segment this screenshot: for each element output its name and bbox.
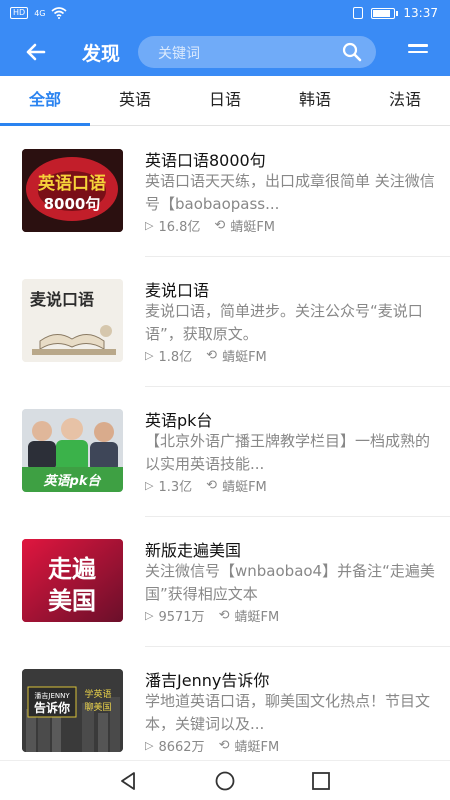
source-label: 蜻蜓FM <box>234 610 280 625</box>
item-description: 麦说口语，简单进步。关注公众号“麦说口语”，获取原文。 <box>145 302 423 343</box>
system-nav-bar <box>0 760 450 800</box>
arrow-left-icon <box>26 43 46 61</box>
list-item[interactable]: 英语pk台 英语pk台 【北京外语广播王牌教学栏目】一档成熟的以实用英语技能..… <box>0 387 450 517</box>
source-label: 蜻蜓FM <box>230 220 276 235</box>
item-title: 潘吉Jenny告诉你 <box>145 671 270 690</box>
source-label: 蜻蜓FM <box>234 740 280 755</box>
item-title: 麦说口语 <box>145 281 210 300</box>
source-label: 蜻蜓FM <box>222 480 267 495</box>
repost-icon: ⟲ <box>218 608 230 623</box>
cover-text: 走遍 <box>48 555 97 583</box>
item-meta: ▷ 1.8亿 ⟲ 蜻蜓FM <box>145 346 267 365</box>
play-icon: ▷ <box>145 479 154 492</box>
back-triangle-icon[interactable] <box>117 770 139 792</box>
cover-image: 英语pk台 <box>22 409 123 492</box>
home-circle-icon[interactable] <box>214 770 236 792</box>
status-bar: HD 4G 13:37 <box>0 0 450 28</box>
search-placeholder: 关键词 <box>158 46 200 62</box>
item-description: 【北京外语广播王牌教学栏目】一档成熟的以实用英语技能... <box>145 432 431 473</box>
wifi-icon <box>51 7 68 19</box>
item-title: 英语pk台 <box>145 411 213 430</box>
tab-english[interactable]: 英语 <box>90 76 180 126</box>
cover-text: 告诉你 <box>34 700 70 715</box>
item-description: 英语口语天天练，出口成章很简单 关注微信号【baobaopass... <box>145 172 435 213</box>
item-title: 新版走遍美国 <box>145 541 242 560</box>
repost-icon: ⟲ <box>214 218 226 233</box>
list-item[interactable]: 麦说口语 麦说口语 麦说口语，简单进步。关注公众号“麦说口语”，获取原文。 ▷ … <box>0 257 450 387</box>
repost-icon: ⟲ <box>218 738 230 753</box>
list-item[interactable]: 走遍 美国 新版走遍美国 关注微信号【wnbaobao4】并备注“走遍美国”获得… <box>0 517 450 647</box>
battery-icon <box>371 7 399 19</box>
item-meta: ▷ 8662万 ⟲ 蜻蜓FM <box>145 736 279 755</box>
play-icon: ▷ <box>145 609 154 622</box>
tab-all[interactable]: 全部 <box>0 76 90 126</box>
search-icon[interactable] <box>342 42 362 62</box>
cover-text: 英语pk台 <box>43 473 102 489</box>
play-count: 16.8亿 <box>158 220 201 235</box>
list-item[interactable]: 潘吉JENNY 告诉你 学英语 聊美国 潘吉Jenny告诉你 学地道英语口语，聊… <box>0 647 450 777</box>
play-count: 1.8亿 <box>158 350 193 365</box>
item-meta: ▷ 1.3亿 ⟲ 蜻蜓FM <box>145 476 267 495</box>
recents-square-icon[interactable] <box>310 770 332 792</box>
cover-image: 潘吉JENNY 告诉你 学英语 聊美国 <box>22 669 123 752</box>
play-icon: ▷ <box>145 219 154 232</box>
tab-french[interactable]: 法语 <box>360 76 450 126</box>
cover-image: 走遍 美国 <box>22 539 123 622</box>
list-item[interactable]: 英语口语 8000句 英语口语8000句 英语口语天天练，出口成章很简单 关注微… <box>0 127 450 257</box>
item-meta: ▷ 16.8亿 ⟲ 蜻蜓FM <box>145 216 275 235</box>
play-icon: ▷ <box>145 349 154 362</box>
cover-text: 英语口语 <box>38 173 106 194</box>
app-bar: 发现 关键词 <box>0 28 450 76</box>
menu-icon[interactable] <box>408 44 428 60</box>
vibrate-icon <box>353 7 364 19</box>
clock: 13:37 <box>403 6 438 20</box>
cover-text: 潘吉JENNY <box>34 691 70 700</box>
source-label: 蜻蜓FM <box>222 350 267 365</box>
cover-image: 英语口语 8000句 <box>22 149 123 232</box>
cover-text: 麦说口语 <box>30 290 94 309</box>
network-type: 4G <box>34 8 46 18</box>
repost-icon: ⟲ <box>206 478 218 493</box>
cover-text: 美国 <box>48 587 96 615</box>
tab-korean[interactable]: 韩语 <box>270 76 360 126</box>
play-count: 9571万 <box>158 610 205 625</box>
page-title: 发现 <box>82 43 121 65</box>
item-description: 关注微信号【wnbaobao4】并备注“走遍美国”获得相应文本 <box>145 562 435 603</box>
tab-indicator <box>0 123 90 126</box>
cover-image: 麦说口语 <box>22 279 123 362</box>
back-button[interactable] <box>22 38 50 66</box>
program-list: 英语口语 8000句 英语口语8000句 英语口语天天练，出口成章很简单 关注微… <box>0 127 450 777</box>
tab-japanese[interactable]: 日语 <box>180 76 270 126</box>
hd-badge: HD <box>10 7 29 19</box>
category-tabs: 全部 英语 日语 韩语 法语 <box>0 76 450 126</box>
play-count: 1.3亿 <box>158 480 193 495</box>
cover-text: 聊美国 <box>84 701 111 713</box>
cover-text: 学英语 <box>84 688 111 700</box>
cover-text: 8000句 <box>44 195 101 213</box>
item-meta: ▷ 9571万 ⟲ 蜻蜓FM <box>145 606 279 625</box>
repost-icon: ⟲ <box>206 348 218 363</box>
play-icon: ▷ <box>145 739 154 752</box>
play-count: 8662万 <box>158 740 205 755</box>
item-description: 学地道英语口语，聊美国文化热点！节目文本，关键词以及... <box>145 692 431 733</box>
item-title: 英语口语8000句 <box>145 151 266 170</box>
search-input[interactable]: 关键词 <box>138 36 376 68</box>
